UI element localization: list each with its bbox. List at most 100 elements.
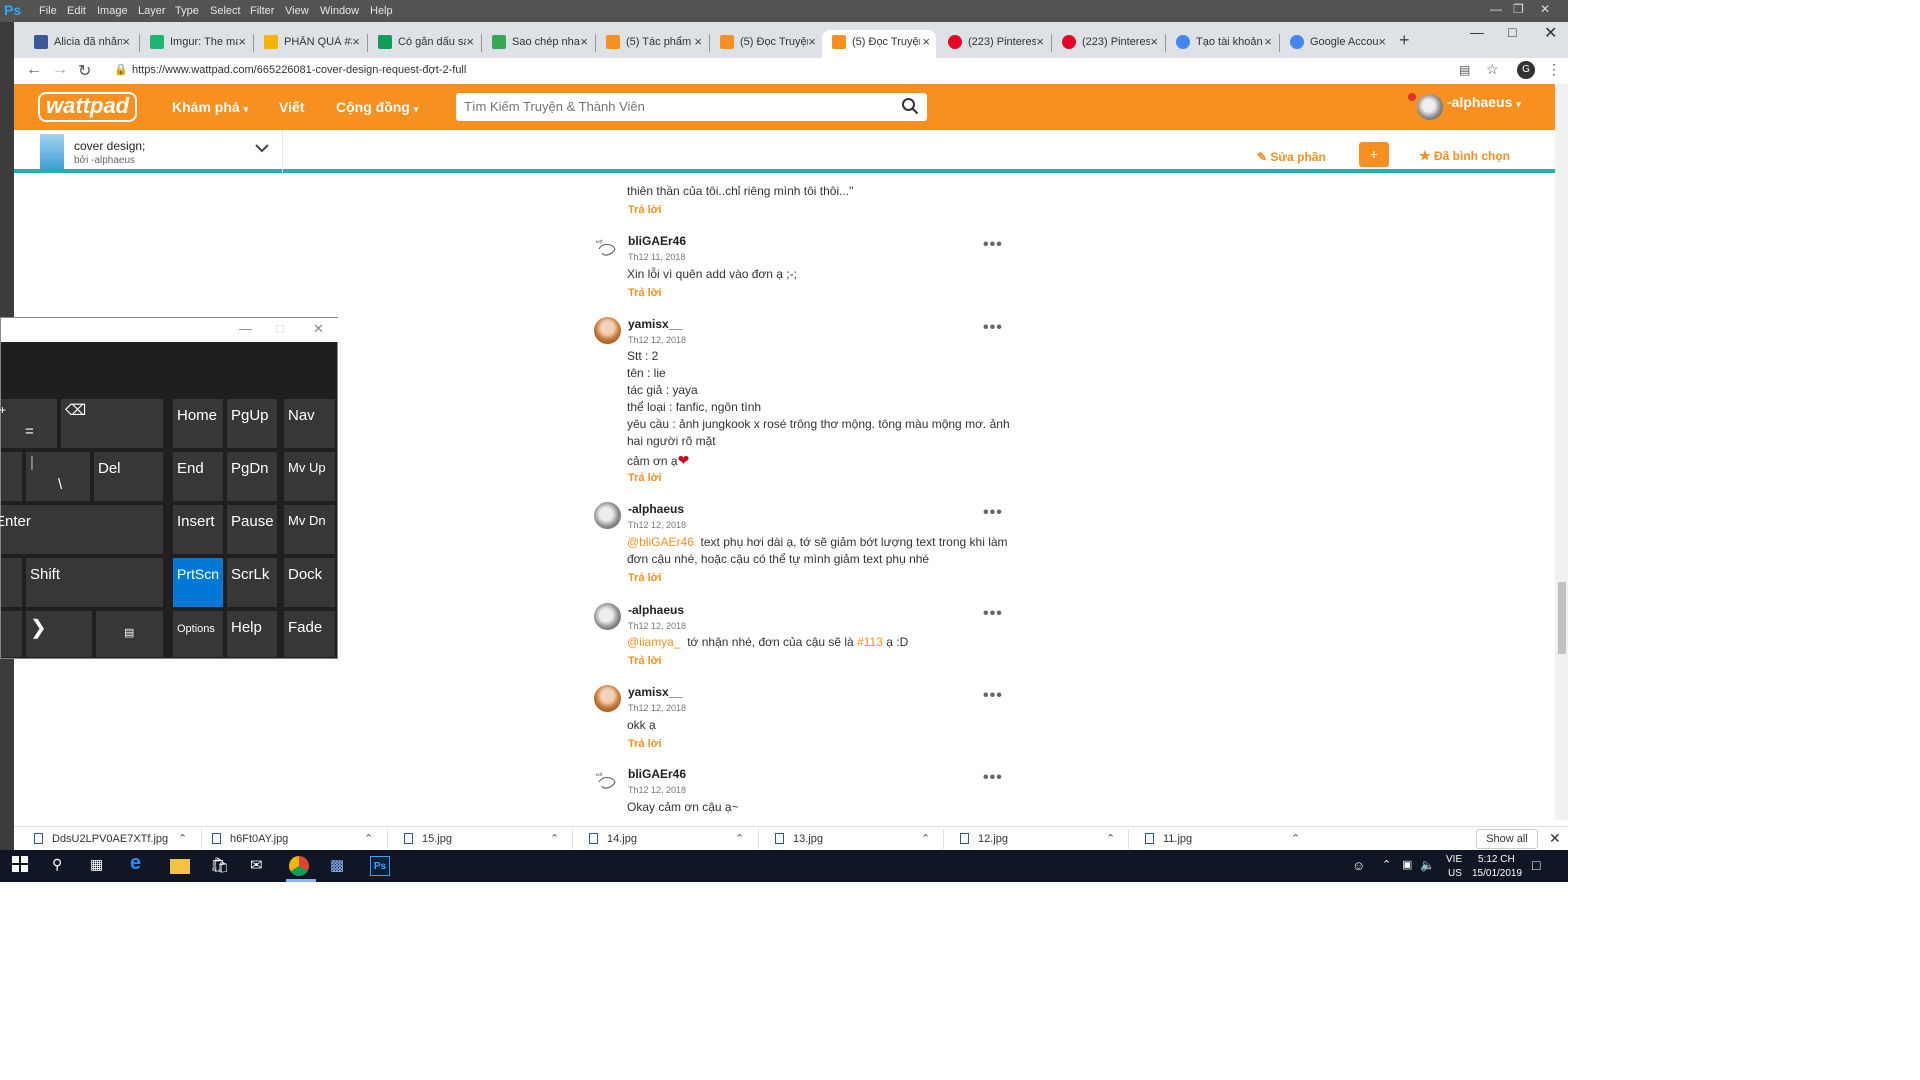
voted-button[interactable]: ★ Đã bình chọn (1419, 148, 1510, 164)
nav-community[interactable]: Cộng đồng ▾ (336, 99, 418, 115)
key-fade[interactable]: Fade (284, 611, 335, 657)
key-equals[interactable]: + = (0, 399, 57, 448)
show-all-button[interactable]: Show all (1476, 829, 1538, 849)
close-icon[interactable]: ✕ (313, 321, 324, 337)
comment-username[interactable]: yamisx__ (628, 685, 682, 699)
key-left-fragment[interactable] (1, 452, 22, 501)
close-icon[interactable]: × (694, 34, 702, 49)
app-icon[interactable]: ▩ (330, 856, 350, 876)
close-icon[interactable]: × (580, 34, 588, 49)
close-icon[interactable]: × (352, 34, 360, 49)
download-item[interactable]: 14.jpg ⌃ (589, 833, 744, 845)
comment-username[interactable]: bliGAEr46 (628, 234, 686, 248)
mention-link[interactable]: @iiamya_ (627, 635, 681, 649)
key-menu[interactable]: ▤ (96, 611, 163, 657)
photoshop-taskbar-icon[interactable]: Ps (370, 856, 390, 876)
close-icon[interactable]: × (1036, 34, 1044, 49)
comment-username[interactable]: bliGAEr46 (628, 767, 686, 781)
story-title[interactable]: cover design; (74, 139, 145, 153)
key-enter[interactable]: Enter (0, 505, 163, 554)
mail-icon[interactable]: ✉ (250, 856, 270, 876)
close-icon[interactable]: × (238, 34, 246, 49)
chevron-up-icon[interactable]: ⌃ (178, 832, 187, 845)
profile-avatar[interactable]: G (1517, 61, 1535, 79)
new-tab-icon[interactable]: + (1399, 30, 1410, 51)
wattpad-logo[interactable]: wattpad (38, 92, 138, 122)
avatar[interactable] (594, 685, 621, 712)
reload-icon[interactable]: ↻ (78, 61, 91, 81)
tab-10[interactable]: Tạo tài khoản × (1166, 30, 1278, 58)
key-mvdn[interactable]: Mv Dn (284, 505, 335, 554)
download-item[interactable]: 12.jpg ⌃ (960, 833, 1115, 845)
key-dock[interactable]: Dock (284, 558, 335, 607)
clock-date[interactable]: 15/01/2019 (1472, 868, 1522, 879)
key-insert[interactable]: Insert (173, 505, 223, 554)
tab-1[interactable]: Imgur: The ma × (140, 30, 252, 58)
key-help[interactable]: Help (227, 611, 277, 657)
menu-view[interactable]: View (285, 5, 309, 17)
store-icon[interactable]: 🛍 (210, 856, 230, 876)
network-icon[interactable]: ▣ (1402, 858, 1412, 871)
search-box[interactable] (456, 93, 927, 121)
key-nav[interactable]: Nav (284, 399, 335, 448)
minimize-icon[interactable]: — (239, 321, 252, 336)
edge-icon[interactable]: e (130, 852, 150, 874)
key-backslash[interactable]: | \ (26, 452, 90, 501)
forward-icon[interactable]: → (52, 61, 68, 79)
close-window-icon[interactable]: ✕ (1544, 23, 1557, 43)
key-scrlk[interactable]: ScrLk (227, 558, 277, 607)
edit-part-button[interactable]: ✎ Sửa phần (1257, 150, 1326, 164)
user-avatar[interactable] (1417, 94, 1443, 120)
download-item[interactable]: 15.jpg ⌃ (404, 833, 559, 845)
nav-write[interactable]: Viết (279, 99, 304, 115)
chevron-up-icon[interactable]: ⌃ (1106, 832, 1115, 845)
close-icon[interactable]: × (1378, 34, 1386, 49)
key-pgdn[interactable]: PgDn (227, 452, 277, 501)
key-left-fragment[interactable] (1, 558, 22, 607)
close-icon[interactable]: × (808, 34, 816, 49)
osk-titlebar[interactable]: — □ ✕ (1, 318, 338, 342)
menu-window[interactable]: Window (320, 5, 359, 17)
file-explorer-icon[interactable] (170, 859, 190, 874)
menu-type[interactable]: Type (175, 5, 199, 17)
chevron-up-icon[interactable]: ⌃ (1291, 832, 1300, 845)
chrome-icon[interactable] (289, 856, 309, 876)
chevron-down-icon[interactable] (254, 142, 270, 156)
search-icon[interactable]: ⚲ (52, 856, 72, 876)
avatar[interactable] (594, 502, 621, 529)
tab-2[interactable]: PHẦN QUÀ #3 × (254, 30, 366, 58)
download-item[interactable]: DdsU2LPV0AE7XTf.jpg ⌃ (34, 833, 187, 845)
download-item[interactable]: 11.jpg ⌃ (1145, 833, 1300, 845)
story-cover[interactable] (40, 134, 64, 169)
tab-5[interactable]: (5) Tác phẩm c × (596, 30, 708, 58)
key-mvup[interactable]: Mv Up (284, 452, 335, 501)
ps-minimize-icon[interactable]: — (1490, 2, 1502, 16)
search-input[interactable] (464, 93, 894, 119)
mention-link[interactable]: @bliGAEr46 (627, 535, 694, 549)
more-options-icon[interactable]: ••• (983, 504, 1003, 522)
clock-time[interactable]: 5:12 CH (1478, 854, 1515, 865)
key-home[interactable]: Home (173, 399, 223, 448)
reply-button[interactable]: Trả lời (628, 572, 662, 584)
download-item[interactable]: 13.jpg ⌃ (775, 833, 930, 845)
avatar[interactable] (594, 317, 621, 344)
menu-layer[interactable]: Layer (138, 5, 166, 17)
more-options-icon[interactable]: ••• (983, 687, 1003, 705)
download-item[interactable]: h6Ft0AY.jpg ⌃ (212, 833, 373, 845)
notifications-icon[interactable]: □ (1532, 857, 1540, 873)
chevron-up-icon[interactable]: ⌃ (550, 832, 559, 845)
chevron-up-icon[interactable]: ⌃ (1382, 858, 1391, 871)
bookmark-star-icon[interactable]: ☆ (1486, 61, 1499, 78)
search-icon[interactable] (901, 97, 919, 118)
tab-7-active[interactable]: (5) Đọc Truyện × (822, 30, 936, 58)
avatar[interactable]: ыıt (594, 235, 621, 262)
close-icon[interactable]: × (922, 34, 930, 49)
language-indicator[interactable]: VIE (1446, 854, 1462, 865)
comment-username[interactable]: -alphaeus (628, 603, 684, 617)
menu-help[interactable]: Help (370, 5, 393, 17)
more-options-icon[interactable]: ••• (983, 769, 1003, 787)
menu-edit[interactable]: Edit (67, 5, 86, 17)
tab-0[interactable]: Alicia đã nhắn × (24, 30, 136, 58)
people-icon[interactable]: ☺ (1352, 858, 1365, 873)
menu-image[interactable]: Image (97, 5, 128, 17)
